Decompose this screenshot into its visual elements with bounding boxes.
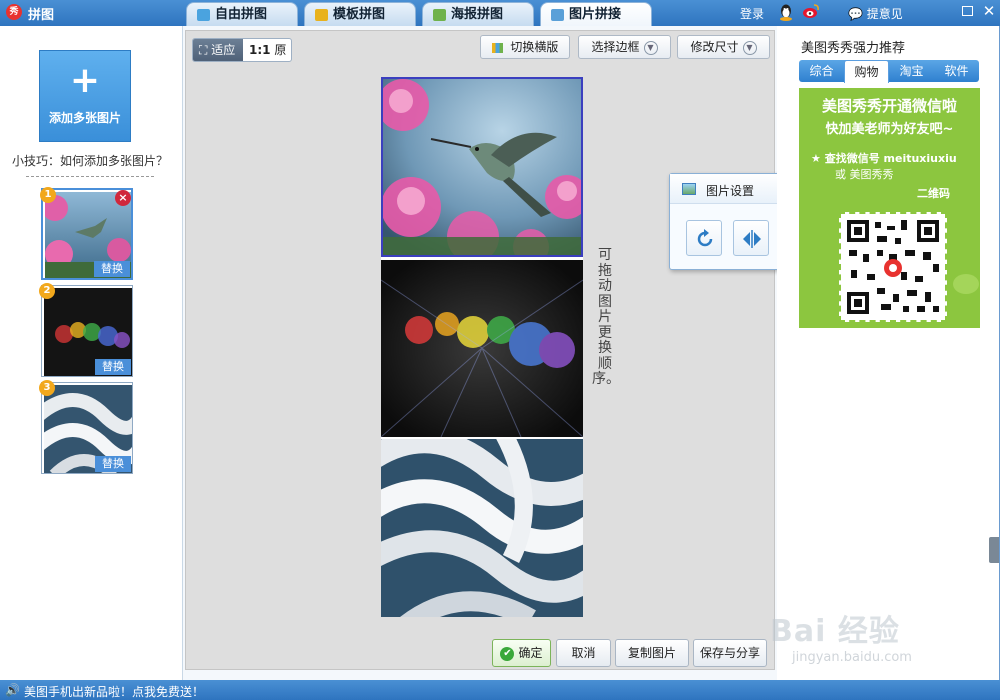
switch-orientation-button[interactable]: 切换横版 (480, 35, 570, 59)
divider (26, 176, 154, 177)
feedback-link[interactable]: 💬 提意见 (848, 5, 903, 22)
fit-screen-icon: ⛶ (199, 43, 208, 57)
replace-button[interactable]: 替换 (94, 261, 130, 277)
fit-view-button[interactable]: ⛶ 适应 (193, 39, 243, 61)
watermark-brand: Bai 经验 (770, 614, 900, 649)
image-stitch-icon (551, 9, 564, 21)
delete-thumbnail-button[interactable]: × (115, 190, 131, 206)
login-link[interactable]: 登录 (740, 5, 764, 22)
titlebar-right: 登录 💬 提意见 ✕ (730, 0, 1000, 26)
recommendation-tabs: 综合 购物 淘宝 软件 (799, 60, 979, 83)
chevron-down-icon: ▼ (742, 40, 757, 55)
maximize-icon[interactable] (962, 6, 973, 16)
tab-taobao[interactable]: 淘宝 (889, 60, 934, 82)
watermark-url: jingyan.baidu.com (792, 650, 912, 665)
collage-image-hummingbird[interactable] (377, 77, 589, 265)
ad-headline: 美图秀秀开通微信啦 (821, 97, 957, 115)
check-icon: ✔ (500, 646, 515, 661)
rotate-icon (697, 229, 713, 247)
thumbnail-number: 1 (40, 187, 56, 203)
tip-link[interactable]: 小技巧：如何添加多张图片？ (12, 152, 168, 169)
thumbnail-1[interactable]: 1 × 替换 (40, 187, 133, 280)
ad-subheadline: 快加美老师为好友吧~ (825, 122, 954, 137)
rotate-button[interactable] (686, 220, 722, 256)
plus-icon: + (69, 60, 101, 101)
save-share-button[interactable]: 保存与分享 (693, 639, 767, 667)
tab-free-collage[interactable]: 自由拼图 (186, 2, 298, 26)
orientation-icon (491, 42, 503, 53)
thumbnail-3[interactable]: 3 替换 (34, 380, 151, 480)
view-mode-toggle: ⛶ 适应 1:1 原大 (192, 38, 292, 62)
free-collage-icon (197, 9, 210, 21)
baidu-watermark: Bai 经验 jingyan.baidu.com (770, 592, 950, 678)
qr-code (839, 212, 947, 322)
tab-software[interactable]: 软件 (934, 60, 979, 82)
template-collage-icon (315, 9, 328, 21)
replace-button[interactable]: 替换 (95, 456, 131, 472)
panel-collapse-handle[interactable] (989, 537, 999, 563)
weibo-icon[interactable] (802, 3, 820, 22)
collage-image-light-bubbles[interactable] (380, 260, 584, 438)
tab-template-collage[interactable]: 模板拼图 (304, 2, 416, 26)
thumbnail-2[interactable]: 2 替换 (39, 283, 133, 377)
promo-link[interactable]: 美图手机出新品啦！点我免费送！ (24, 683, 204, 700)
flip-button[interactable] (733, 220, 769, 256)
confirm-button[interactable]: ✔ 确定 (492, 639, 551, 667)
chevron-down-icon: ▼ (643, 40, 658, 55)
wechat-ad-banner[interactable]: 美图秀秀开通微信啦 快加美老师为好友吧~ ★ 查找微信号 meituxiuxiu… (799, 88, 980, 328)
ad-wechat-id: ★ 查找微信号 meituxiuxiu (811, 152, 957, 165)
thumbnail-number: 2 (39, 283, 55, 299)
select-border-dropdown[interactable]: 选择边框 ▼ (578, 35, 671, 59)
flip-icon (743, 230, 761, 248)
drag-reorder-hint: 可拖动图片更换顺序。 (592, 247, 620, 387)
tab-poster-collage[interactable]: 海报拼图 (422, 2, 534, 26)
right-panel: 美图秀秀强力推荐 综合 购物 淘宝 软件 美图秀秀开通微信啦 快加美老师为好友吧… (777, 26, 999, 680)
popup-title: 图片设置 (706, 184, 755, 198)
collage-image-white-tubes[interactable] (364, 424, 620, 637)
copy-image-button[interactable]: 复制图片 (615, 639, 689, 667)
app-title: 拼图 (28, 8, 55, 23)
left-panel: + 添加多张图片 小技巧：如何添加多张图片？ 1 × 替换 2 替换 3 替换 (0, 26, 183, 680)
wechat-icon (953, 274, 979, 294)
app-logo-icon: 秀 (6, 4, 22, 20)
qq-icon[interactable] (778, 3, 794, 24)
original-size-button[interactable]: 1:1 原大 (243, 39, 291, 61)
tab-general[interactable]: 综合 (799, 60, 844, 82)
ad-wechat-name: 或 美图秀秀 (835, 168, 894, 181)
modify-size-dropdown[interactable]: 修改尺寸 ▼ (677, 35, 770, 59)
tab-shopping[interactable]: 购物 (844, 60, 889, 83)
add-images-button[interactable]: + 添加多张图片 (39, 50, 131, 142)
recommendation-title: 美图秀秀强力推荐 (801, 41, 906, 56)
close-icon[interactable]: ✕ (982, 4, 996, 19)
ad-qrcode-label: 二维码 (917, 187, 950, 200)
image-icon (682, 183, 696, 195)
cancel-button[interactable]: 取消 (556, 639, 611, 667)
speaker-icon: 🔊 (5, 683, 20, 697)
add-images-label: 添加多张图片 (48, 111, 121, 125)
title-bar: 秀 拼图 自由拼图 模板拼图 海报拼图 图片拼接 登录 💬 提意见 ✕ (0, 0, 1000, 26)
status-bar: 🔊 美图手机出新品啦！点我免费送！ (0, 680, 1000, 700)
thumbnail-number: 3 (39, 380, 55, 396)
chat-icon: 💬 (848, 7, 863, 21)
poster-collage-icon (433, 9, 446, 21)
replace-button[interactable]: 替换 (95, 359, 131, 375)
tab-image-stitch[interactable]: 图片拼接 (540, 2, 652, 26)
stitched-collage (364, 77, 620, 637)
